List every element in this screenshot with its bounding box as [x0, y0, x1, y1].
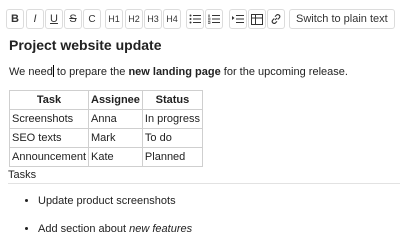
heading-2-button[interactable]: H2 [125, 9, 143, 29]
table-header-cell: Task [9, 90, 89, 110]
code-button[interactable]: C [83, 9, 101, 29]
paragraph-text-end: for the upcoming release. [220, 66, 348, 78]
table-cell: In progress [141, 109, 203, 129]
table-header-row: Task Assignee Status [9, 90, 203, 110]
indent-icon [232, 15, 244, 23]
section-label: Tasks [8, 169, 37, 181]
heading-4-button[interactable]: H4 [163, 9, 181, 29]
numbered-list-button[interactable] [205, 9, 223, 29]
task-bullet-list: Update product screenshots Add section a… [22, 189, 192, 245]
strikethrough-button[interactable]: S [64, 9, 82, 29]
heading-1-button[interactable]: H1 [105, 9, 123, 29]
bullet-list-button[interactable] [186, 9, 204, 29]
table-row: Screenshots Anna In progress [9, 109, 203, 129]
table-cell: Announcement [9, 147, 89, 167]
table-row: Announcement Kate Planned [9, 147, 203, 167]
table-cell: Mark [88, 128, 143, 148]
table-cell: Kate [88, 147, 143, 167]
paragraph-bold-text: new landing page [128, 66, 221, 78]
switch-to-plain-text-button[interactable]: Switch to plain text [289, 9, 395, 29]
document-content[interactable]: Project website update We need to prepar… [0, 36, 400, 242]
paragraph-text-start: We need [9, 66, 53, 78]
list-item: Add section about new features [38, 217, 192, 245]
indent-button[interactable] [229, 9, 247, 29]
table-header-cell: Status [141, 90, 203, 110]
table-cell: Planned [141, 147, 203, 167]
section-divider [8, 183, 400, 184]
heading-3-button[interactable]: H3 [144, 9, 162, 29]
table-cell: To do [141, 128, 203, 148]
table-header-cell: Assignee [88, 90, 143, 110]
tasks-table: Task Assignee Status Screenshots Anna In… [9, 90, 203, 167]
underline-button[interactable]: U [45, 9, 63, 29]
link-icon [271, 14, 281, 24]
rich-text-editor: B I U S C H1 H2 H3 H4 Switch to plain te… [0, 0, 400, 242]
italic-button[interactable]: I [26, 9, 44, 29]
bold-button[interactable]: B [6, 9, 24, 29]
document-title: Project website update [9, 37, 162, 53]
formatting-toolbar: B I U S C H1 H2 H3 H4 Switch to plain te… [0, 0, 400, 36]
list-item: Update product screenshots [38, 189, 192, 217]
table-cell: Screenshots [9, 109, 89, 129]
list-item-text: Update product screenshots [38, 195, 176, 207]
table-icon [251, 13, 263, 25]
insert-table-button[interactable] [248, 9, 266, 29]
numbered-list-icon [208, 14, 220, 24]
list-item-text: Add section about [38, 223, 130, 235]
intro-paragraph: We need to prepare the new landing page … [9, 65, 348, 78]
bullet-list-icon [189, 14, 201, 24]
insert-link-button[interactable] [267, 9, 285, 29]
table-cell: SEO texts [9, 128, 89, 148]
table-cell: Anna [88, 109, 143, 129]
table-row: SEO texts Mark To do [9, 128, 203, 148]
list-item-italic-text: new features [129, 223, 193, 235]
paragraph-text-middle: to prepare the [53, 66, 129, 78]
